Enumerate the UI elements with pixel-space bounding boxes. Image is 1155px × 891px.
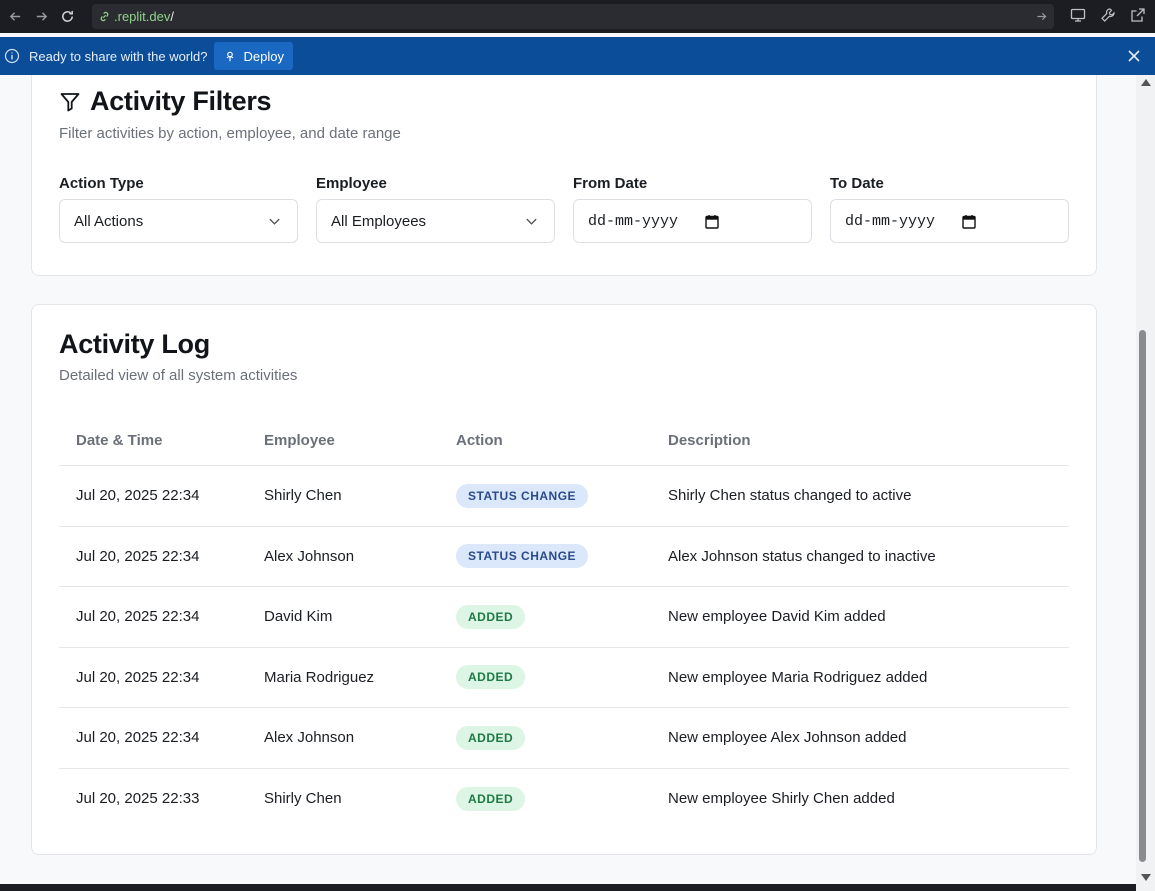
employee-label: Employee xyxy=(316,175,387,192)
deploy-banner: Ready to share with the world? Deploy xyxy=(0,37,1155,75)
back-arrow-icon[interactable] xyxy=(4,6,26,28)
scroll-up-icon[interactable] xyxy=(1141,79,1151,86)
row-action-cell: ADDED xyxy=(456,786,668,811)
to-date-label: To Date xyxy=(830,175,884,192)
row-datetime: Jul 20, 2025 22:34 xyxy=(76,729,200,747)
close-icon[interactable] xyxy=(1127,49,1141,63)
employee-value: All Employees xyxy=(331,212,427,230)
row-description: New employee Maria Rodriguez added xyxy=(668,668,928,686)
banner-message: Ready to share with the world? xyxy=(29,48,208,64)
table-row: Jul 20, 2025 22:34 Maria Rodriguez ADDED… xyxy=(59,648,1069,708)
action-type-field: Action Type All Actions xyxy=(59,175,298,243)
to-date-placeholder: dd-mm-yyyy xyxy=(845,212,936,230)
row-description: Alex Johnson status changed to inactive xyxy=(668,547,936,565)
table-row: Jul 20, 2025 22:34 David Kim ADDED New e… xyxy=(59,587,1069,648)
action-type-select[interactable]: All Actions xyxy=(59,199,298,243)
filter-icon xyxy=(60,92,80,111)
filters-subtitle: Filter activities by action, employee, a… xyxy=(59,125,401,142)
action-badge: ADDED xyxy=(456,786,526,811)
calendar-icon[interactable] xyxy=(962,214,976,229)
go-arrow-icon[interactable] xyxy=(1035,10,1048,23)
wrench-icon[interactable] xyxy=(1099,6,1117,24)
row-datetime: Jul 20, 2025 22:33 xyxy=(76,790,200,808)
browser-toolbar: .replit.dev / xyxy=(0,0,1155,33)
filters-heading: Activity Filters xyxy=(59,86,272,117)
row-description: New employee Shirly Chen added xyxy=(668,790,895,808)
row-datetime: Jul 20, 2025 22:34 xyxy=(76,668,200,686)
external-link-icon[interactable] xyxy=(1129,6,1147,24)
table-row: Jul 20, 2025 22:33 Shirly Chen ADDED New… xyxy=(59,769,1069,830)
table-row: Jul 20, 2025 22:34 Alex Johnson ADDED Ne… xyxy=(59,708,1069,769)
row-employee: David Kim xyxy=(264,608,333,626)
action-badge: ADDED xyxy=(456,725,526,750)
action-type-label: Action Type xyxy=(59,175,144,192)
row-action-cell: ADDED xyxy=(456,725,668,750)
employee-select[interactable]: All Employees xyxy=(316,199,555,243)
to-date-input[interactable]: dd-mm-yyyy xyxy=(830,199,1069,243)
url-path: / xyxy=(170,9,174,24)
row-datetime: Jul 20, 2025 22:34 xyxy=(76,487,200,505)
page-scrollbar[interactable] xyxy=(1136,75,1155,891)
row-description: New employee David Kim added xyxy=(668,608,886,626)
filters-title: Activity Filters xyxy=(90,86,272,116)
scroll-down-icon[interactable] xyxy=(1141,874,1151,881)
reload-icon[interactable] xyxy=(56,6,78,28)
from-date-label: From Date xyxy=(573,175,648,192)
chevron-down-icon xyxy=(269,218,280,225)
column-header-employee: Employee xyxy=(264,432,335,449)
table-row: Jul 20, 2025 22:34 Alex Johnson STATUS C… xyxy=(59,527,1069,587)
row-datetime: Jul 20, 2025 22:34 xyxy=(76,608,200,626)
forward-arrow-icon[interactable] xyxy=(30,6,52,28)
table-row: Jul 20, 2025 22:34 Shirly Chen STATUS CH… xyxy=(59,466,1069,527)
row-employee: Shirly Chen xyxy=(264,487,342,505)
table-header: Date & Time Employee Action Description xyxy=(59,416,1069,466)
log-title: Activity Log xyxy=(59,329,210,359)
link-icon xyxy=(100,11,109,22)
calendar-icon[interactable] xyxy=(705,214,719,229)
column-header-action: Action xyxy=(456,432,503,449)
deploy-label: Deploy xyxy=(243,48,284,64)
row-description: New employee Alex Johnson added xyxy=(668,729,907,747)
column-header-datetime: Date & Time xyxy=(76,432,163,449)
row-action-cell: STATUS CHANGE xyxy=(456,544,668,569)
row-employee: Alex Johnson xyxy=(264,547,355,565)
action-badge: ADDED xyxy=(456,604,526,629)
action-type-value: All Actions xyxy=(74,212,144,230)
row-action-cell: ADDED xyxy=(456,665,668,690)
activity-table: Date & Time Employee Action Description … xyxy=(59,416,1069,829)
activity-filters-card: Activity Filters Filter activities by ac… xyxy=(31,75,1097,276)
row-employee: Maria Rodriguez xyxy=(264,668,375,686)
activity-log-card: Activity Log Detailed view of all system… xyxy=(31,304,1097,855)
address-bar[interactable]: .replit.dev / xyxy=(92,4,1054,29)
row-datetime: Jul 20, 2025 22:34 xyxy=(76,547,200,565)
action-badge: ADDED xyxy=(456,665,526,690)
to-date-field: To Date dd-mm-yyyy xyxy=(830,175,1069,243)
column-header-description: Description xyxy=(668,432,751,449)
row-description: Shirly Chen status changed to active xyxy=(668,487,912,505)
action-badge: STATUS CHANGE xyxy=(456,544,589,569)
row-action-cell: ADDED xyxy=(456,604,668,629)
main-content: Activity Filters Filter activities by ac… xyxy=(0,75,1136,891)
employee-field: Employee All Employees xyxy=(316,175,555,243)
info-icon xyxy=(4,48,20,64)
monitor-icon[interactable] xyxy=(1069,6,1087,24)
scrollbar-thumb[interactable] xyxy=(1139,330,1146,862)
window-bottom-edge xyxy=(0,884,1136,891)
from-date-field: From Date dd-mm-yyyy xyxy=(573,175,812,243)
from-date-input[interactable]: dd-mm-yyyy xyxy=(573,199,812,243)
row-employee: Alex Johnson xyxy=(264,729,355,747)
row-employee: Shirly Chen xyxy=(264,790,342,808)
url-host: .replit.dev xyxy=(114,9,171,24)
deploy-icon xyxy=(227,51,234,62)
chevron-down-icon xyxy=(526,218,537,225)
row-action-cell: STATUS CHANGE xyxy=(456,483,668,508)
deploy-button[interactable]: Deploy xyxy=(214,42,293,70)
from-date-placeholder: dd-mm-yyyy xyxy=(588,212,679,230)
log-subtitle: Detailed view of all system activities xyxy=(59,367,298,384)
action-badge: STATUS CHANGE xyxy=(456,483,589,508)
